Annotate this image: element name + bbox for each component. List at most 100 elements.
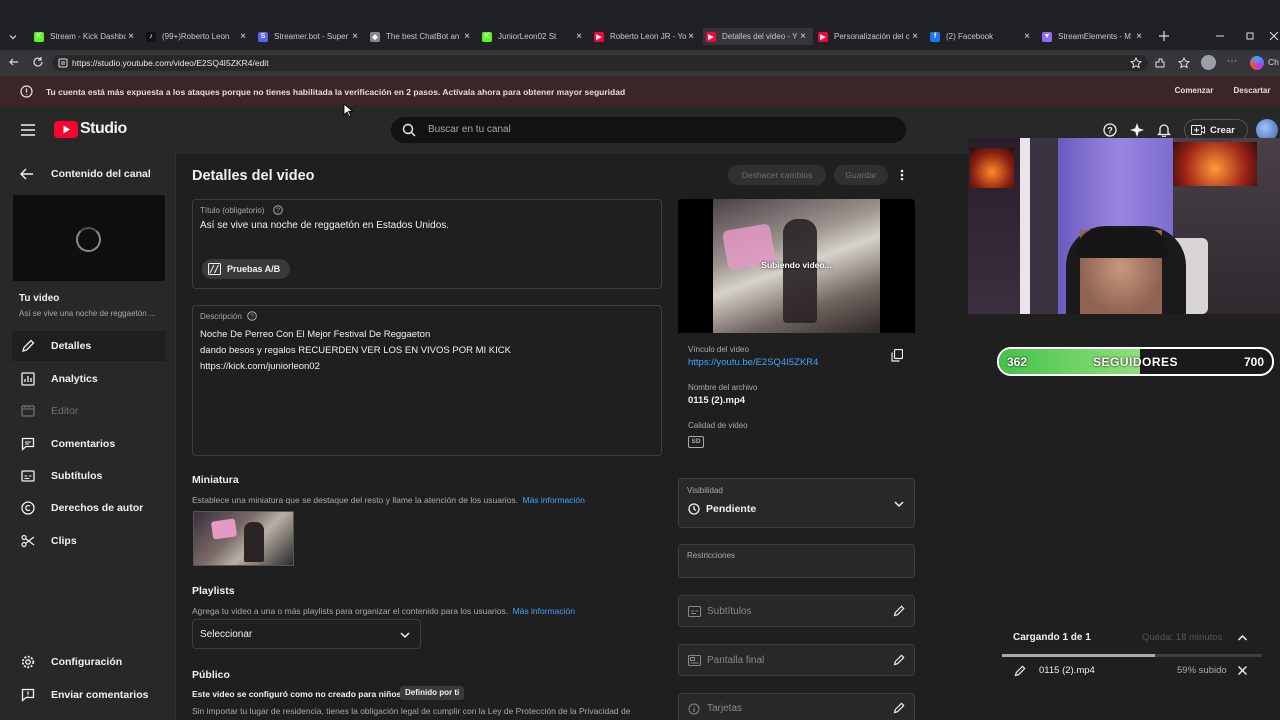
sidebar-item-label: Subtítulos xyxy=(51,470,103,482)
browser-tab[interactable]: K JuniorLeon02 St × xyxy=(479,28,589,45)
extensions-icon[interactable] xyxy=(1154,57,1166,69)
close-tab-icon[interactable]: × xyxy=(1134,31,1144,42)
video-link-label: Vínculo del video xyxy=(688,345,749,354)
browser-tab[interactable]: K Stream - Kick Dashboard× xyxy=(31,28,141,45)
close-tab-icon[interactable]: × xyxy=(238,31,248,42)
edit-pencil-icon[interactable] xyxy=(893,702,905,714)
bookmark-star-icon[interactable] xyxy=(1130,57,1142,69)
copilot-icon[interactable] xyxy=(1250,56,1264,70)
browser-tab[interactable]: ▶ Detalles del video - Y × xyxy=(703,28,813,45)
close-tab-icon[interactable]: × xyxy=(574,31,584,42)
thumbnail-description-text: Establece una miniatura que se destaque … xyxy=(192,495,519,505)
dismiss-warning-button[interactable]: Descartar xyxy=(1228,83,1276,99)
sidebar-item-copyright[interactable]: Derechos de autor xyxy=(12,493,166,523)
restore-icon[interactable] xyxy=(1244,30,1256,42)
edit-pencil-icon[interactable] xyxy=(893,605,905,617)
close-tab-icon[interactable]: × xyxy=(126,31,136,42)
video-link[interactable]: https://youtu.be/E2SQ4I5ZKR4 xyxy=(688,357,818,368)
sidebar-item-analytics[interactable]: Analytics xyxy=(12,364,166,394)
close-tab-icon[interactable]: × xyxy=(350,31,360,42)
svg-text:?: ? xyxy=(1107,126,1113,136)
kick-icon: K xyxy=(34,31,44,42)
back-arrow-icon[interactable] xyxy=(8,56,20,68)
description-field[interactable]: Descripción ? Noche De Perreo Con El Mej… xyxy=(192,305,662,456)
tab-list-chevron-icon[interactable] xyxy=(7,31,19,43)
close-icon[interactable] xyxy=(1237,665,1248,676)
browser-tab[interactable]: ♪ (99+)Roberto Leon × xyxy=(143,28,253,45)
save-button[interactable]: Guardar xyxy=(834,165,888,185)
help-circle-icon[interactable]: ? xyxy=(273,205,283,215)
url-input[interactable]: https://studio.youtube.com/video/E2SQ4I5… xyxy=(52,55,1148,71)
sidebar-item-subtitles[interactable]: Subtítulos xyxy=(12,461,166,491)
sparkle-icon[interactable] xyxy=(1130,123,1144,137)
playlist-select[interactable]: Seleccionar xyxy=(192,619,421,649)
subtitles-icon xyxy=(688,606,701,617)
audience-description: Este video se configuró como no creado p… xyxy=(192,689,402,699)
close-tab-icon[interactable]: × xyxy=(462,31,472,42)
site-info-icon[interactable] xyxy=(58,58,68,68)
new-tab-icon[interactable] xyxy=(1158,30,1170,42)
edit-pencil-icon[interactable] xyxy=(1014,665,1026,677)
browser-profile-avatar[interactable] xyxy=(1201,55,1216,70)
browser-tab[interactable]: ▶ Roberto Leon JR - Yo × xyxy=(591,28,701,45)
sidebar-item-label: Configuración xyxy=(51,656,123,668)
chevron-up-icon[interactable] xyxy=(1237,633,1248,642)
youtube-logo-icon[interactable] xyxy=(54,121,78,138)
cards-row[interactable]: Tarjetas xyxy=(678,693,915,720)
copy-icon[interactable] xyxy=(891,349,903,362)
close-window-icon[interactable] xyxy=(1268,30,1280,42)
restrictions-field[interactable]: Restricciones xyxy=(678,544,915,578)
edit-pencil-icon[interactable] xyxy=(893,654,905,666)
quality-label: Calidad de video xyxy=(688,421,748,430)
undo-changes-button[interactable]: Deshacer cambios xyxy=(728,165,826,185)
browser-tab[interactable]: f (2) Facebook × xyxy=(927,28,1037,45)
close-tab-icon[interactable]: × xyxy=(910,31,920,42)
browser-tab[interactable]: ▶ Personalización del c × xyxy=(815,28,925,45)
notifications-bell-icon[interactable] xyxy=(1157,123,1171,137)
browser-tab[interactable]: ◆ The best ChatBot an × xyxy=(367,28,477,45)
end-screen-row[interactable]: Pantalla final xyxy=(678,644,915,676)
audience-badge: Definido por ti xyxy=(400,686,465,700)
channel-search-input[interactable]: Buscar en tu canal xyxy=(391,117,906,143)
more-options-icon[interactable] xyxy=(897,168,907,182)
close-tab-icon[interactable]: × xyxy=(686,31,696,42)
reload-icon[interactable] xyxy=(32,56,44,68)
channel-content-link[interactable]: Contenido del canal xyxy=(51,168,151,180)
playlists-more-info-link[interactable]: Más información xyxy=(513,606,575,616)
close-tab-icon[interactable]: × xyxy=(1022,31,1032,42)
help-icon[interactable]: ? xyxy=(1103,123,1117,137)
thumbnail-more-info-link[interactable]: Más información xyxy=(522,495,584,505)
create-label: Crear xyxy=(1210,125,1235,136)
favorites-icon[interactable] xyxy=(1178,57,1190,69)
subtitles-row[interactable]: Subtítulos xyxy=(678,595,915,627)
title-field[interactable]: Título (obligatorio) ? Así se vive una n… xyxy=(192,199,662,289)
description-text[interactable]: Noche De Perreo Con El Mejor Festival De… xyxy=(200,327,511,375)
minimize-icon[interactable] xyxy=(1214,30,1226,42)
sidebar-video-thumbnail[interactable] xyxy=(13,195,165,281)
back-arrow-icon[interactable] xyxy=(20,168,34,180)
video-preview-player[interactable]: Subiendo video... xyxy=(678,199,915,333)
visibility-select[interactable]: Visibilidad Pendiente xyxy=(678,478,915,528)
browser-tab-title: Personalización del c xyxy=(834,32,910,41)
copilot-label: Ch xyxy=(1268,57,1279,67)
browser-tab[interactable]: S Streamer.bot - Super × xyxy=(255,28,365,45)
start-2fa-button[interactable]: Comenzar xyxy=(1168,83,1220,99)
sidebar-item-details[interactable]: Detalles xyxy=(12,331,166,361)
sidebar-item-comments[interactable]: Comentarios xyxy=(12,429,166,459)
sidebar-item-clips[interactable]: Clips xyxy=(12,526,166,556)
sidebar-item-feedback[interactable]: Enviar comentarios xyxy=(12,680,166,710)
close-tab-icon[interactable]: × xyxy=(798,31,808,42)
hamburger-menu-icon[interactable] xyxy=(21,124,35,136)
chatbot-icon: ◆ xyxy=(370,31,380,42)
help-circle-icon[interactable]: ? xyxy=(247,311,257,321)
ab-test-button[interactable]: Pruebas A/B xyxy=(202,259,290,279)
title-value[interactable]: Así se vive una noche de reggaetón en Es… xyxy=(200,220,449,231)
upload-progress-panel: Cargando 1 de 1 Queda: 18 minutos 0115 (… xyxy=(1002,625,1262,715)
description-line: Noche De Perreo Con El Mejor Festival De… xyxy=(200,329,431,340)
search-icon xyxy=(402,123,416,137)
browser-menu-icon[interactable]: ⋯ xyxy=(1227,57,1239,69)
sidebar-item-settings[interactable]: Configuración xyxy=(12,647,166,677)
video-thumbnail[interactable] xyxy=(193,511,294,566)
youtube-icon: ▶ xyxy=(594,31,604,42)
browser-tab[interactable]: ▼ StreamElements - M × xyxy=(1039,28,1149,45)
